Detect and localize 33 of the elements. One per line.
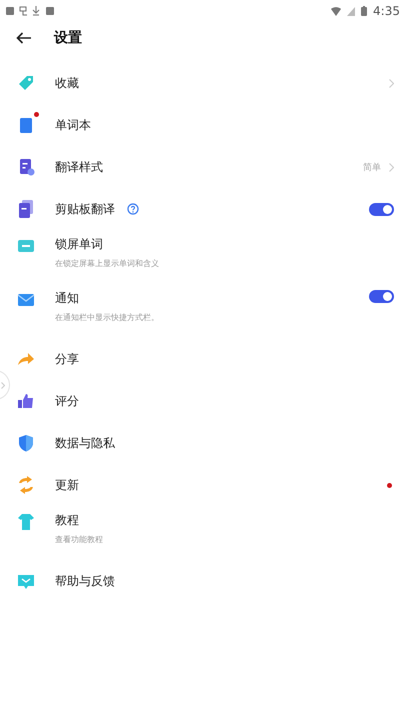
row-label: 剪贴板翻译 — [55, 200, 115, 218]
page-title: 设置 — [54, 29, 82, 47]
row-description: 在锁定屏幕上显示单词和含义 — [55, 258, 160, 269]
row-label: 帮助与反馈 — [55, 572, 115, 590]
row-label: 锁屏单词 — [55, 236, 103, 253]
row-label: 评分 — [55, 392, 79, 410]
status-time: 4:35 — [373, 4, 400, 18]
clipboard-icon — [16, 199, 36, 219]
toggle-switch[interactable] — [369, 290, 394, 303]
row-description: 在通知栏中显示快捷方式栏。 — [55, 312, 160, 323]
battery-icon — [361, 6, 368, 16]
shirt-icon — [16, 512, 36, 532]
row-description: 查看功能教程 — [55, 534, 104, 545]
thumbs-up-icon — [16, 391, 36, 411]
row-label: 单词本 — [55, 116, 91, 134]
signal-icon — [347, 6, 356, 16]
wifi-icon — [331, 6, 342, 16]
chevron-right-icon — [389, 162, 394, 172]
row-label: 收藏 — [55, 74, 79, 92]
row-label: 通知 — [55, 290, 79, 307]
chevron-right-icon — [1, 382, 5, 388]
toggle-switch[interactable] — [369, 202, 394, 216]
chevron-right-icon — [389, 78, 394, 88]
row-label: 翻译样式 — [55, 158, 103, 176]
row-label: 分享 — [55, 350, 79, 368]
shield-icon — [16, 433, 36, 453]
help-icon[interactable] — [127, 203, 139, 215]
row-label: 教程 — [55, 512, 79, 529]
back-arrow-icon[interactable] — [16, 32, 32, 44]
row-label: 更新 — [55, 476, 79, 494]
row-value: 简单 — [363, 162, 381, 174]
refresh-icon — [16, 475, 36, 495]
row-label: 数据与隐私 — [55, 434, 115, 452]
